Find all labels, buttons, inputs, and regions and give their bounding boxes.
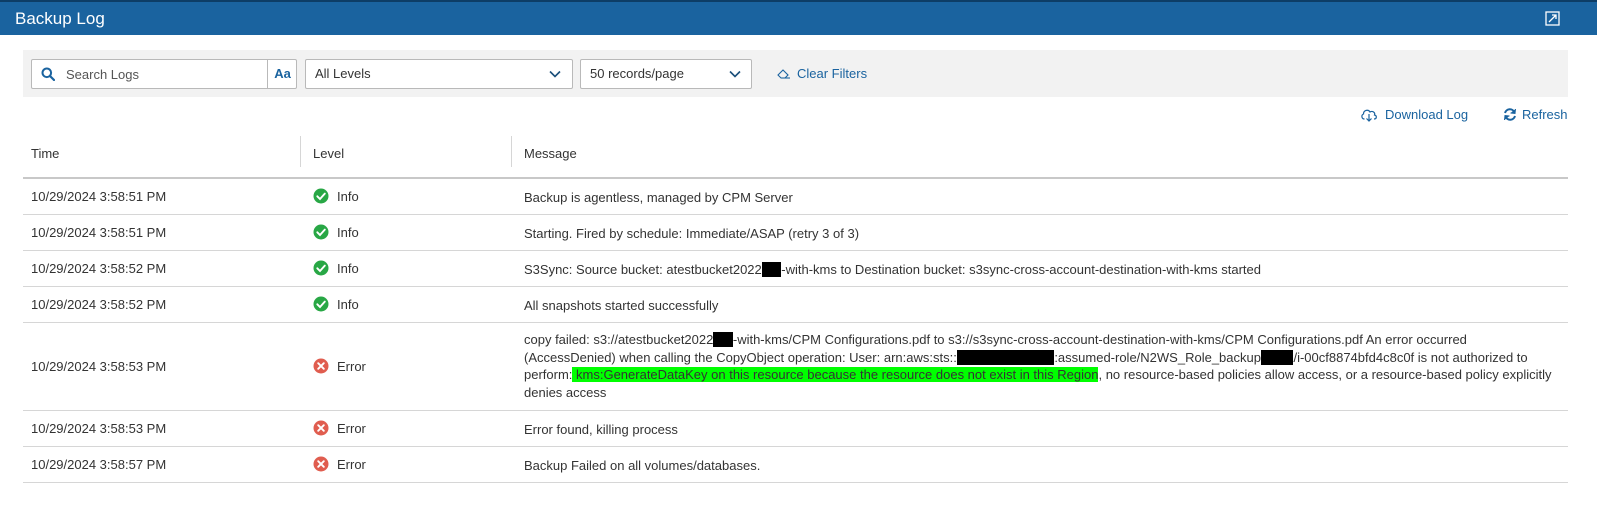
row-message: Starting. Fired by schedule: Immediate/A… [524, 225, 1554, 243]
highlighted-text: kms:GenerateDataKey on this resource bec… [572, 367, 1099, 383]
row-time: 10/29/2024 3:58:51 PM [31, 225, 167, 240]
success-check-icon [313, 296, 329, 312]
row-level-label: Info [337, 225, 359, 240]
table-row[interactable]: 10/29/2024 3:58:52 PM Info S3Sync: Source … [23, 251, 1568, 287]
column-header-message[interactable]: Message [524, 146, 577, 161]
success-check-icon [313, 260, 329, 276]
message-text: Backup Failed on all volumes/databases. [524, 458, 761, 473]
refresh-label: Refresh [1522, 107, 1568, 122]
window-titlebar: Backup Log [0, 0, 1597, 35]
error-circle-icon [313, 420, 329, 436]
message-text: Error found, killing process [524, 422, 678, 437]
redacted-block: xxxxxxxxxxxxxxx [956, 349, 1055, 365]
search-icon [41, 67, 55, 81]
cloud-download-icon [1361, 109, 1377, 122]
chevron-down-icon [729, 70, 741, 78]
message-text: Backup is agentless, managed by CPM Serv… [524, 190, 793, 205]
download-log-label: Download Log [1385, 107, 1469, 122]
refresh-button[interactable]: Refresh [1501, 106, 1597, 124]
row-message: All snapshots started successfully [524, 297, 1554, 315]
level-select-value: All Levels [315, 66, 371, 81]
match-case-toggle[interactable]: Aa [267, 60, 297, 88]
row-level-label: Info [337, 261, 359, 276]
window-title: Backup Log [15, 9, 105, 28]
table-row[interactable]: 10/29/2024 3:58:53 PM Error copy failed: s… [23, 323, 1568, 411]
row-message: copy failed: s3://atestbucket2022xxx-wit… [524, 331, 1554, 402]
row-time: 10/29/2024 3:58:52 PM [31, 261, 167, 276]
search-input[interactable] [66, 64, 292, 84]
expand-icon[interactable] [1545, 11, 1560, 26]
row-message: Backup is agentless, managed by CPM Serv… [524, 189, 1554, 207]
row-message: S3Sync: Source bucket: atestbucket2022xx… [524, 261, 1554, 279]
log-table: Time Level Message 10/29/2024 3:58:51 PM… [23, 136, 1568, 483]
table-row[interactable]: 10/29/2024 3:58:51 PM Info Backup is agent… [23, 179, 1568, 215]
table-row[interactable]: 10/29/2024 3:58:52 PM Info All snapshots s… [23, 287, 1568, 323]
error-circle-icon [313, 358, 329, 374]
success-check-icon [313, 188, 329, 204]
row-message: Error found, killing process [524, 421, 1554, 439]
message-text: :assumed-role/N2WS_Role_backup [1054, 349, 1261, 365]
chevron-down-icon [549, 70, 561, 78]
error-circle-icon [313, 456, 329, 472]
redacted-block: xxx [713, 332, 733, 347]
table-row[interactable]: 10/29/2024 3:58:53 PM Error Error found, k… [23, 411, 1568, 447]
row-level-label: Error [337, 421, 366, 436]
row-time: 10/29/2024 3:58:53 PM [31, 359, 167, 374]
table-header: Time Level Message [23, 136, 1568, 179]
row-message: Backup Failed on all volumes/databases. [524, 457, 1554, 475]
redacted-block: xxxxx [1260, 349, 1294, 365]
row-level-label: Error [337, 457, 366, 472]
column-divider[interactable] [511, 136, 512, 167]
row-level-label: Error [337, 359, 366, 374]
message-text: All snapshots started successfully [524, 298, 719, 313]
row-time: 10/29/2024 3:58:53 PM [31, 421, 167, 436]
row-level-label: Info [337, 297, 359, 312]
message-text: -with-kms to Destination bucket: s3sync-… [781, 262, 1261, 277]
success-check-icon [313, 224, 329, 240]
page-size-value: 50 records/page [590, 66, 684, 81]
table-body: 10/29/2024 3:58:51 PM Info Backup is agent… [23, 179, 1568, 483]
search-box: Aa [31, 59, 297, 89]
column-header-level[interactable]: Level [313, 146, 344, 161]
row-time: 10/29/2024 3:58:52 PM [31, 297, 167, 312]
row-time: 10/29/2024 3:58:51 PM [31, 189, 167, 204]
message-text: copy failed: s3://atestbucket2022 [524, 332, 714, 347]
message-text: S3Sync: Source bucket: atestbucket2022 [524, 262, 762, 277]
row-level-label: Info [337, 189, 359, 204]
page-size-select[interactable]: 50 records/page [580, 59, 752, 89]
redacted-block: xxx [761, 262, 782, 277]
eraser-icon [777, 69, 790, 79]
table-row[interactable]: 10/29/2024 3:58:51 PM Info Starting. Fired… [23, 215, 1568, 251]
column-header-time[interactable]: Time [31, 146, 59, 161]
column-divider[interactable] [300, 136, 301, 167]
row-time: 10/29/2024 3:58:57 PM [31, 457, 167, 472]
refresh-icon [1504, 108, 1516, 121]
table-row[interactable]: 10/29/2024 3:58:57 PM Error Backup Failed … [23, 447, 1568, 483]
message-text: Starting. Fired by schedule: Immediate/A… [524, 226, 860, 241]
level-select[interactable]: All Levels [305, 59, 573, 89]
clear-filters-label: Clear Filters [797, 66, 868, 81]
